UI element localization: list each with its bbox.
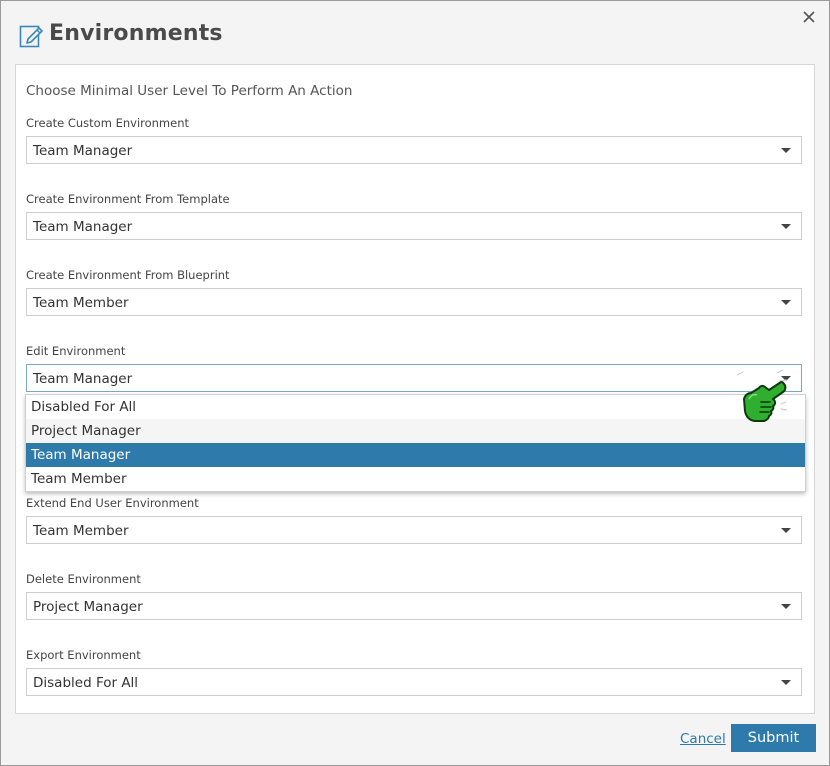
- create-environment-from-template-select[interactable]: Team Manager: [26, 212, 802, 240]
- select-value: Team Member: [33, 295, 129, 311]
- delete-environment-select[interactable]: Project Manager: [26, 592, 802, 620]
- delete-environment-label: Delete Environment: [26, 572, 141, 586]
- option-project-manager[interactable]: Project Manager: [26, 419, 805, 443]
- create-custom-environment-select[interactable]: Team Manager: [26, 136, 802, 164]
- select-value: Team Manager: [33, 143, 133, 159]
- extend-end-user-environment-label: Extend End User Environment: [26, 496, 199, 510]
- caret-down-icon: [781, 224, 791, 229]
- create-custom-environment-label: Create Custom Environment: [26, 116, 190, 130]
- caret-down-icon: [781, 148, 791, 153]
- create-environment-from-blueprint-select[interactable]: Team Member: [26, 288, 802, 316]
- caret-down-icon: [781, 528, 791, 533]
- select-value: Team Manager: [33, 219, 133, 235]
- extend-end-user-environment-select[interactable]: Team Member: [26, 516, 802, 544]
- edit-icon: [19, 25, 43, 48]
- create-environment-from-template-label: Create Environment From Template: [26, 192, 230, 206]
- select-value: Team Member: [33, 523, 129, 539]
- caret-down-icon: [781, 300, 791, 305]
- caret-down-icon: [781, 680, 791, 685]
- close-icon[interactable]: [801, 9, 817, 25]
- option-disabled-for-all[interactable]: Disabled For All: [26, 395, 805, 419]
- cancel-link[interactable]: Cancel: [680, 731, 726, 747]
- create-environment-from-blueprint-label: Create Environment From Blueprint: [26, 268, 230, 282]
- select-value: Team Manager: [33, 371, 133, 387]
- edit-environment-select[interactable]: Team Manager: [26, 364, 802, 392]
- select-value: Disabled For All: [33, 675, 139, 691]
- caret-down-icon: [781, 604, 791, 609]
- edit-environment-label: Edit Environment: [26, 344, 126, 358]
- environments-dialog: Environments Choose Minimal User Level T…: [0, 0, 830, 766]
- select-value: Project Manager: [33, 599, 143, 615]
- option-team-member[interactable]: Team Member: [26, 467, 805, 491]
- pointer-hand-icon: [737, 369, 787, 422]
- settings-panel: Choose Minimal User Level To Perform An …: [15, 64, 815, 714]
- instructions-text: Choose Minimal User Level To Perform An …: [26, 83, 353, 99]
- option-team-manager[interactable]: Team Manager: [26, 443, 805, 467]
- export-environment-select[interactable]: Disabled For All: [26, 668, 802, 696]
- edit-environment-dropdown-list: Disabled For All Project Manager Team Ma…: [25, 394, 806, 492]
- submit-button[interactable]: Submit: [731, 724, 816, 752]
- export-environment-label: Export Environment: [26, 648, 141, 662]
- dialog-title: Environments: [49, 21, 223, 46]
